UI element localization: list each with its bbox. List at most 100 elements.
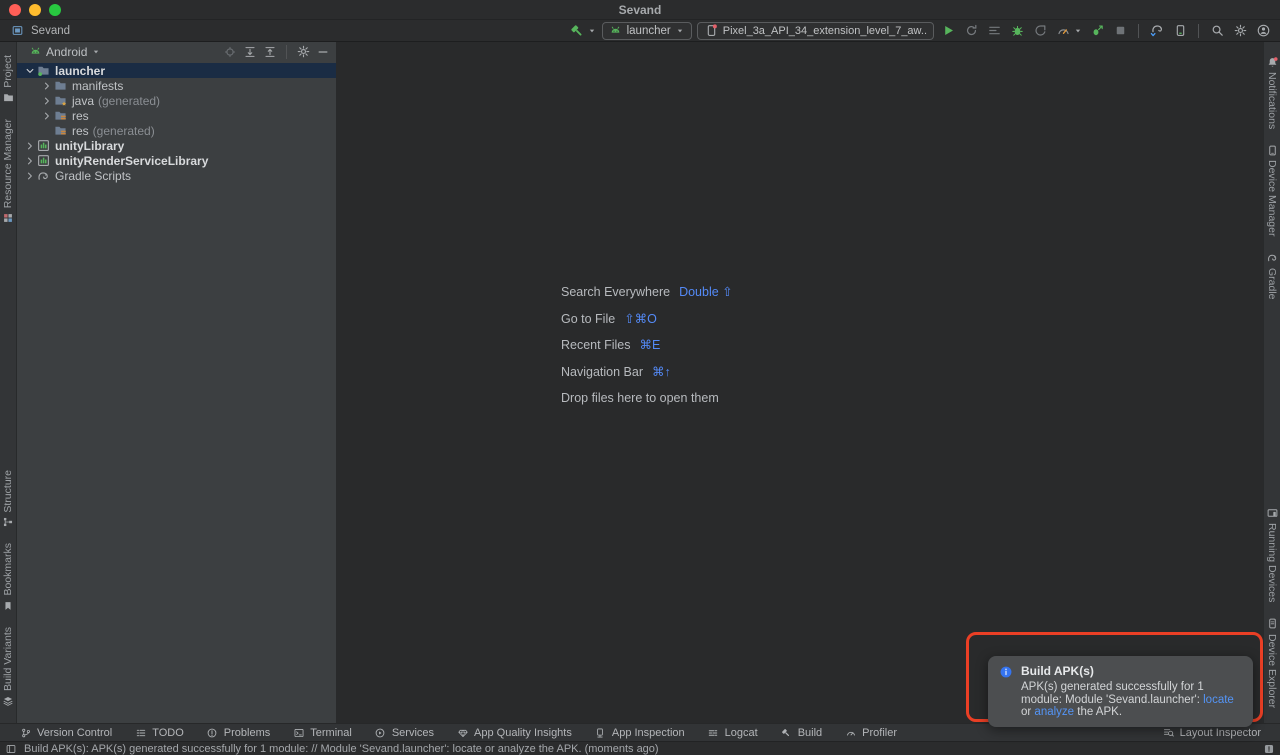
tree-row-java[interactable]: java (generated) [17, 93, 336, 108]
sidebar-item-device-explorer[interactable]: Device Explorer [1265, 617, 1279, 708]
logcat-icon [707, 726, 720, 739]
attach-debugger-icon[interactable] [1088, 22, 1106, 40]
toolwindow-services[interactable]: Services [363, 724, 445, 741]
analyze-link[interactable]: analyze [1034, 706, 1074, 718]
stripe-label: Structure [2, 470, 14, 513]
folder-icon [53, 78, 68, 93]
titlebar: Sevand [0, 0, 1280, 20]
minimize-window-button[interactable] [29, 4, 41, 16]
shortcut-line: Go to File⇧⌘O [561, 306, 733, 333]
chevron-down-icon[interactable] [23, 64, 36, 78]
project-view-selector[interactable]: Android [46, 45, 87, 59]
sidebar-item-project[interactable]: Project [1, 55, 15, 105]
tree-row-launcher[interactable]: launcher [17, 63, 336, 78]
debug-button[interactable] [1008, 22, 1026, 40]
structure-icon [1, 515, 15, 529]
toolwindow-build[interactable]: Build [769, 724, 833, 741]
chevron-right-icon[interactable] [23, 154, 36, 168]
toolwindow-todo[interactable]: TODO [123, 724, 195, 741]
project-name: Sevand [31, 25, 70, 37]
build-hammer-icon [568, 22, 586, 40]
tree-row-res[interactable]: res [17, 108, 336, 123]
locate-link[interactable]: locate [1203, 694, 1234, 706]
right-tool-window-stripe: Notifications Device Manager Gradle Runn… [1263, 42, 1280, 723]
app-inspection-icon [594, 726, 607, 739]
status-message[interactable]: Build APK(s): APK(s) generated successfu… [24, 743, 659, 755]
sidebar-item-bookmarks[interactable]: Bookmarks [1, 543, 15, 613]
tree-item-label: res [72, 124, 89, 138]
device-select[interactable]: Pixel_3a_API_34_extension_level_7_aw.. [697, 22, 934, 40]
toolwindow-version-control[interactable]: Version Control [8, 724, 123, 741]
tree-row-res-generated[interactable]: res (generated) [17, 123, 336, 138]
chevron-right-icon[interactable] [40, 109, 53, 123]
toolwindow-profiler[interactable]: Profiler [833, 724, 908, 741]
sidebar-item-running-devices[interactable]: Running Devices [1265, 506, 1279, 602]
chevron-right-icon[interactable] [40, 79, 53, 93]
build-button[interactable] [568, 22, 597, 40]
toolbar-divider [1138, 24, 1139, 38]
window-title: Sevand [0, 3, 1280, 17]
search-icon[interactable] [1208, 22, 1226, 40]
notification-body: APK(s) generated successfully for 1 modu… [1021, 681, 1239, 719]
tree-item-label: unityLibrary [55, 139, 124, 153]
coverage-icon[interactable] [985, 22, 1003, 40]
chevron-right-icon[interactable] [23, 139, 36, 153]
editor-area[interactable]: Search EverywhereDouble ⇧ Go to File⇧⌘O … [336, 42, 1263, 723]
locate-file-icon[interactable] [222, 44, 238, 60]
run-button[interactable] [939, 22, 957, 40]
sidebar-item-structure[interactable]: Structure [1, 470, 15, 530]
zoom-window-button[interactable] [49, 4, 61, 16]
project-widget[interactable]: Sevand [8, 22, 70, 40]
account-avatar-icon[interactable] [1254, 22, 1272, 40]
profiler-icon [844, 726, 857, 739]
chevron-right-icon[interactable] [23, 169, 36, 183]
profiler-button[interactable] [1054, 22, 1083, 40]
shortcut-keys: ⌘↑ [652, 365, 671, 379]
device-manager-button[interactable] [1171, 22, 1189, 40]
collapse-all-icon[interactable] [262, 44, 278, 60]
sidebar-item-resource-manager[interactable]: Resource Manager [1, 119, 15, 225]
sidebar-item-gradle[interactable]: Gradle [1265, 251, 1279, 300]
expand-all-icon[interactable] [242, 44, 258, 60]
tool-window-toggle-icon[interactable] [5, 743, 17, 755]
apply-code-changes-icon[interactable] [1031, 22, 1049, 40]
chevron-right-icon[interactable] [40, 94, 53, 108]
tree-row-unitylibrary[interactable]: unityLibrary [17, 138, 336, 153]
panel-settings-gear-icon[interactable] [295, 44, 311, 60]
info-icon [999, 665, 1013, 679]
device-manager-icon [1265, 143, 1279, 157]
chevron-down-icon[interactable] [91, 44, 101, 60]
toolwindow-problems[interactable]: Problems [195, 724, 281, 741]
shortcut-line: Drop files here to open them [561, 385, 733, 412]
res-folder-icon [53, 108, 68, 123]
tree-row-manifests[interactable]: manifests [17, 78, 336, 93]
stop-button[interactable] [1111, 22, 1129, 40]
notifications-alert-icon[interactable] [1263, 743, 1275, 755]
toolwindow-app-inspection[interactable]: App Inspection [583, 724, 696, 741]
res-folder-icon [53, 123, 68, 138]
close-window-button[interactable] [9, 4, 21, 16]
sidebar-item-notifications[interactable]: Notifications [1265, 55, 1279, 129]
sidebar-item-build-variants[interactable]: Build Variants [1, 627, 15, 708]
tree-item-label: unityRenderServiceLibrary [55, 154, 208, 168]
sidebar-item-device-manager[interactable]: Device Manager [1265, 143, 1279, 236]
run-configuration-label: launcher [627, 25, 671, 37]
build-apk-notification[interactable]: Build APK(s) APK(s) generated successful… [988, 656, 1253, 727]
panel-divider [286, 45, 287, 59]
run-configuration-select[interactable]: launcher [602, 22, 692, 40]
toolwindow-logcat[interactable]: Logcat [696, 724, 769, 741]
gradle-sync-button[interactable] [1148, 22, 1166, 40]
bookmark-icon [1, 599, 15, 613]
bell-icon [1265, 55, 1279, 69]
rerun-icon[interactable] [962, 22, 980, 40]
chevron-down-icon [675, 22, 685, 40]
toolwindow-label: Build [798, 727, 822, 739]
hide-panel-icon[interactable] [315, 44, 331, 60]
toolwindow-app-quality-insights[interactable]: App Quality Insights [445, 724, 583, 741]
settings-gear-icon[interactable] [1231, 22, 1249, 40]
toolwindow-terminal[interactable]: Terminal [281, 724, 363, 741]
tree-row-gradle-scripts[interactable]: Gradle Scripts [17, 168, 336, 183]
layout-inspector-icon [1162, 726, 1175, 739]
shortcut-keys: ⇧⌘O [624, 312, 657, 326]
tree-row-unityrenderservicelibrary[interactable]: unityRenderServiceLibrary [17, 153, 336, 168]
